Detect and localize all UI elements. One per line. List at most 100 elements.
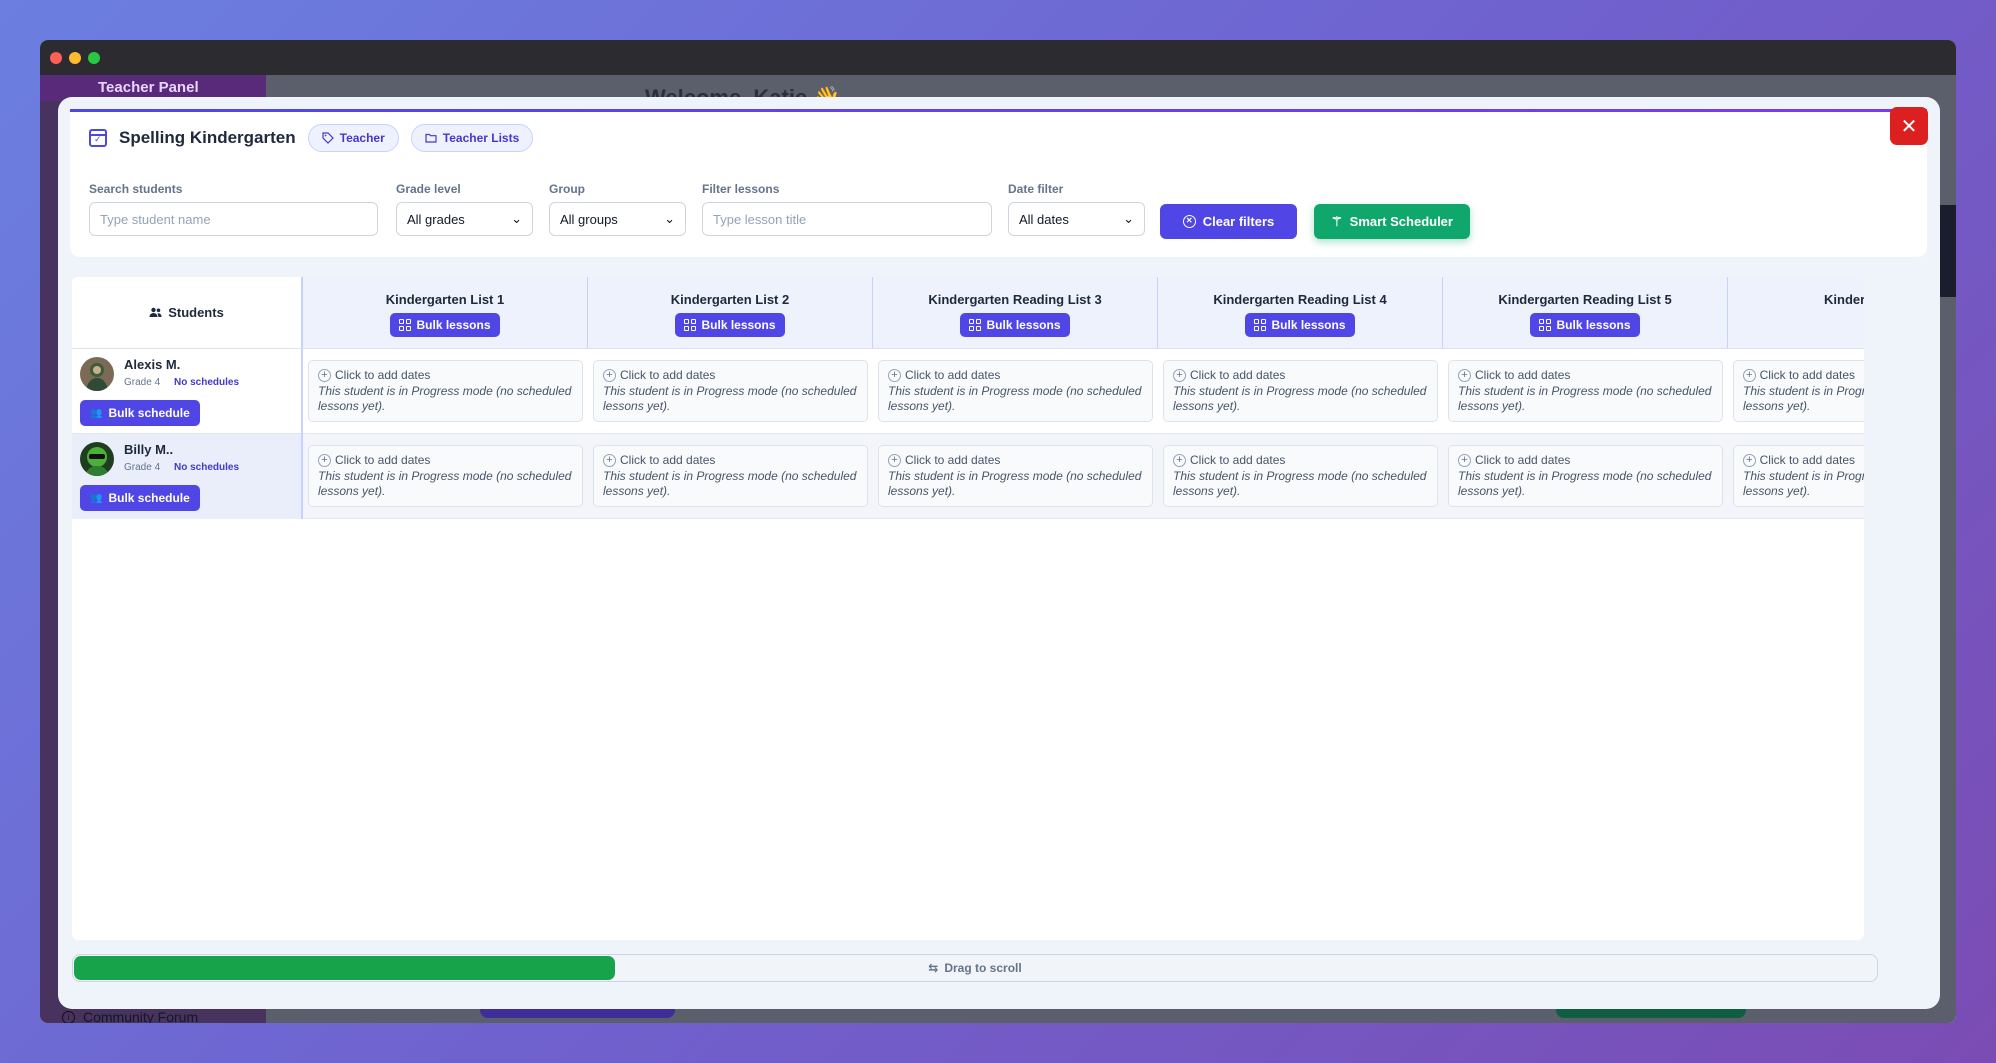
- maximize-window-icon[interactable]: [88, 51, 100, 64]
- search-students-group: Search students Type student name: [89, 182, 378, 236]
- bulk-schedule-button[interactable]: 👥 Bulk schedule: [80, 400, 200, 426]
- bulk-lessons-button[interactable]: Bulk lessons: [1530, 313, 1640, 337]
- progress-mode-note: This student is in Progress mode (no sch…: [1458, 469, 1712, 498]
- add-dates-link[interactable]: + Click to add dates: [1458, 368, 1713, 382]
- folder-icon: [425, 133, 437, 143]
- community-forum-link[interactable]: i Community Forum: [62, 1009, 198, 1023]
- students-column-header: Students: [72, 277, 303, 349]
- filter-lessons-placeholder: Type lesson title: [713, 211, 807, 227]
- filter-lessons-input[interactable]: Type lesson title: [702, 202, 992, 236]
- plus-circle-icon: +: [603, 453, 616, 467]
- swap-arrows-icon: ⇆: [928, 961, 939, 975]
- add-dates-link[interactable]: + Click to add dates: [1173, 368, 1428, 382]
- tag-teacher-lists[interactable]: Teacher Lists: [410, 123, 534, 152]
- column-header: Kindergarten List 1 Bulk lessons: [303, 277, 588, 349]
- avatar[interactable]: [80, 442, 114, 476]
- plus-circle-icon: +: [1173, 453, 1186, 467]
- add-dates-label: Click to add dates: [620, 453, 716, 467]
- tag-teacher-label: Teacher: [339, 130, 385, 145]
- smart-scheduler-button[interactable]: ⚚ Smart Scheduler: [1314, 204, 1470, 239]
- progress-mode-note: This student is in Progress mode (no sch…: [1173, 469, 1427, 498]
- clear-circle-icon: ✕: [1182, 215, 1196, 228]
- add-dates-link[interactable]: + Click to add dates: [603, 453, 858, 467]
- add-dates-link[interactable]: + Click to add dates: [318, 453, 573, 467]
- bulk-lessons-button[interactable]: Bulk lessons: [390, 313, 500, 337]
- grade-level-label: Grade level: [396, 182, 461, 196]
- student-schedule-status: No schedules: [174, 377, 240, 388]
- student-cell: Billy M.. Grade 4 No schedules 👥 Bulk sc…: [72, 434, 303, 519]
- add-dates-label: Click to add dates: [1475, 453, 1571, 467]
- schedule-grid: Students Kindergarten List 1 Bulk lesson…: [72, 277, 1864, 940]
- date-filter-select[interactable]: All dates ⌄: [1008, 202, 1145, 236]
- add-dates-label: Click to add dates: [905, 453, 1001, 467]
- clear-filters-label: Clear filters: [1202, 214, 1275, 229]
- bulk-lessons-button[interactable]: Bulk lessons: [960, 313, 1070, 337]
- add-dates-link[interactable]: + Click to add dates: [318, 368, 573, 382]
- avatar[interactable]: [80, 357, 114, 391]
- filter-bar: Search students Type student name Grade …: [70, 163, 1927, 257]
- window-titlebar: [40, 40, 1956, 75]
- add-dates-link[interactable]: + Click to add dates: [1743, 368, 1855, 382]
- bulk-lessons-label: Bulk lessons: [986, 318, 1061, 332]
- bulk-schedule-button[interactable]: 👥 Bulk schedule: [80, 485, 200, 511]
- group-filter-select[interactable]: All groups ⌄: [549, 202, 686, 236]
- clear-filters-button[interactable]: ✕ Clear filters: [1160, 204, 1297, 239]
- lesson-cell[interactable]: + Click to add dates This student is in Pr…: [1163, 445, 1438, 507]
- schedule-modal: Spelling Kindergarten Teacher Teacher Li…: [58, 97, 1940, 1009]
- plus-circle-icon: +: [603, 368, 616, 382]
- lesson-cell[interactable]: + Click to add dates This student is in Pr…: [1448, 360, 1723, 422]
- progress-mode-note: This student is in Progress mode (no sch…: [318, 469, 572, 498]
- student-name: Alexis M.: [124, 357, 181, 372]
- lesson-cell[interactable]: + Click to add dates This student is in Pr…: [1733, 445, 1864, 507]
- progress-mode-note: This student is in Progress mode (no sch…: [1743, 384, 1864, 413]
- horizontal-scrollbar[interactable]: ⇆ Drag to scroll: [72, 954, 1878, 982]
- add-dates-link[interactable]: + Click to add dates: [1458, 453, 1713, 467]
- plus-circle-icon: +: [318, 453, 331, 467]
- chevron-down-icon: ⌄: [664, 211, 675, 226]
- bulk-lessons-label: Bulk lessons: [1556, 318, 1631, 332]
- grade-level-select[interactable]: All grades ⌄: [396, 202, 533, 236]
- table-row: Alexis M. Grade 4 No schedules 👥 Bulk sc…: [72, 349, 1864, 434]
- column-title: Kindergarten List 1: [385, 292, 505, 307]
- bulk-lessons-button[interactable]: Bulk lessons: [1245, 313, 1355, 337]
- lesson-cell[interactable]: + Click to add dates This student is in Pr…: [593, 445, 868, 507]
- plus-circle-icon: +: [888, 368, 901, 382]
- user-add-icon: 👥: [90, 407, 103, 419]
- add-dates-link[interactable]: + Click to add dates: [1173, 453, 1428, 467]
- community-forum-label: Community Forum: [83, 1009, 199, 1023]
- lesson-cell[interactable]: + Click to add dates This student is in Pr…: [878, 445, 1153, 507]
- lesson-cell[interactable]: + Click to add dates This student is in Pr…: [1448, 445, 1723, 507]
- grid-icon: [1539, 319, 1552, 331]
- add-dates-label: Click to add dates: [1190, 453, 1286, 467]
- users-icon: [149, 307, 162, 317]
- date-filter-label: Date filter: [1008, 182, 1064, 196]
- add-dates-link[interactable]: + Click to add dates: [888, 453, 1143, 467]
- add-dates-link[interactable]: + Click to add dates: [888, 368, 1143, 382]
- lesson-cell[interactable]: + Click to add dates This student is in Pr…: [593, 360, 868, 422]
- column-header: Kindergarten Reading List 3 Bulk lessons: [873, 277, 1158, 349]
- tag-teacher[interactable]: Teacher: [307, 123, 399, 152]
- close-window-icon[interactable]: [50, 51, 62, 64]
- search-students-input[interactable]: Type student name: [89, 202, 378, 236]
- filter-lessons-label: Filter lessons: [702, 182, 780, 196]
- close-modal-button[interactable]: ✕: [1890, 107, 1928, 145]
- column-title: Kindergarten Reading List 3: [928, 292, 1102, 307]
- lesson-cell[interactable]: + Click to add dates This student is in Pr…: [308, 445, 583, 507]
- grid-icon: [684, 319, 697, 331]
- plus-circle-icon: +: [318, 368, 331, 382]
- add-dates-link[interactable]: + Click to add dates: [1743, 453, 1855, 467]
- lesson-cell[interactable]: + Click to add dates This student is in Pr…: [1733, 360, 1864, 422]
- minimize-window-icon[interactable]: [69, 51, 81, 64]
- bulk-schedule-label: Bulk schedule: [108, 491, 190, 505]
- grid-icon: [1254, 319, 1267, 331]
- column-header: Kindergarten Reading List 6 Bulk lessons: [1728, 277, 1864, 349]
- student-grade: Grade 4: [124, 377, 161, 388]
- lesson-cell[interactable]: + Click to add dates This student is in Pr…: [308, 360, 583, 422]
- add-dates-label: Click to add dates: [335, 453, 431, 467]
- add-dates-link[interactable]: + Click to add dates: [603, 368, 858, 382]
- lesson-cell[interactable]: + Click to add dates This student is in Pr…: [1163, 360, 1438, 422]
- bulk-lessons-button[interactable]: Bulk lessons: [675, 313, 785, 337]
- background-button: [480, 1008, 675, 1018]
- lesson-cell[interactable]: + Click to add dates This student is in Pr…: [878, 360, 1153, 422]
- group-filter-group: Group All groups ⌄: [549, 182, 686, 236]
